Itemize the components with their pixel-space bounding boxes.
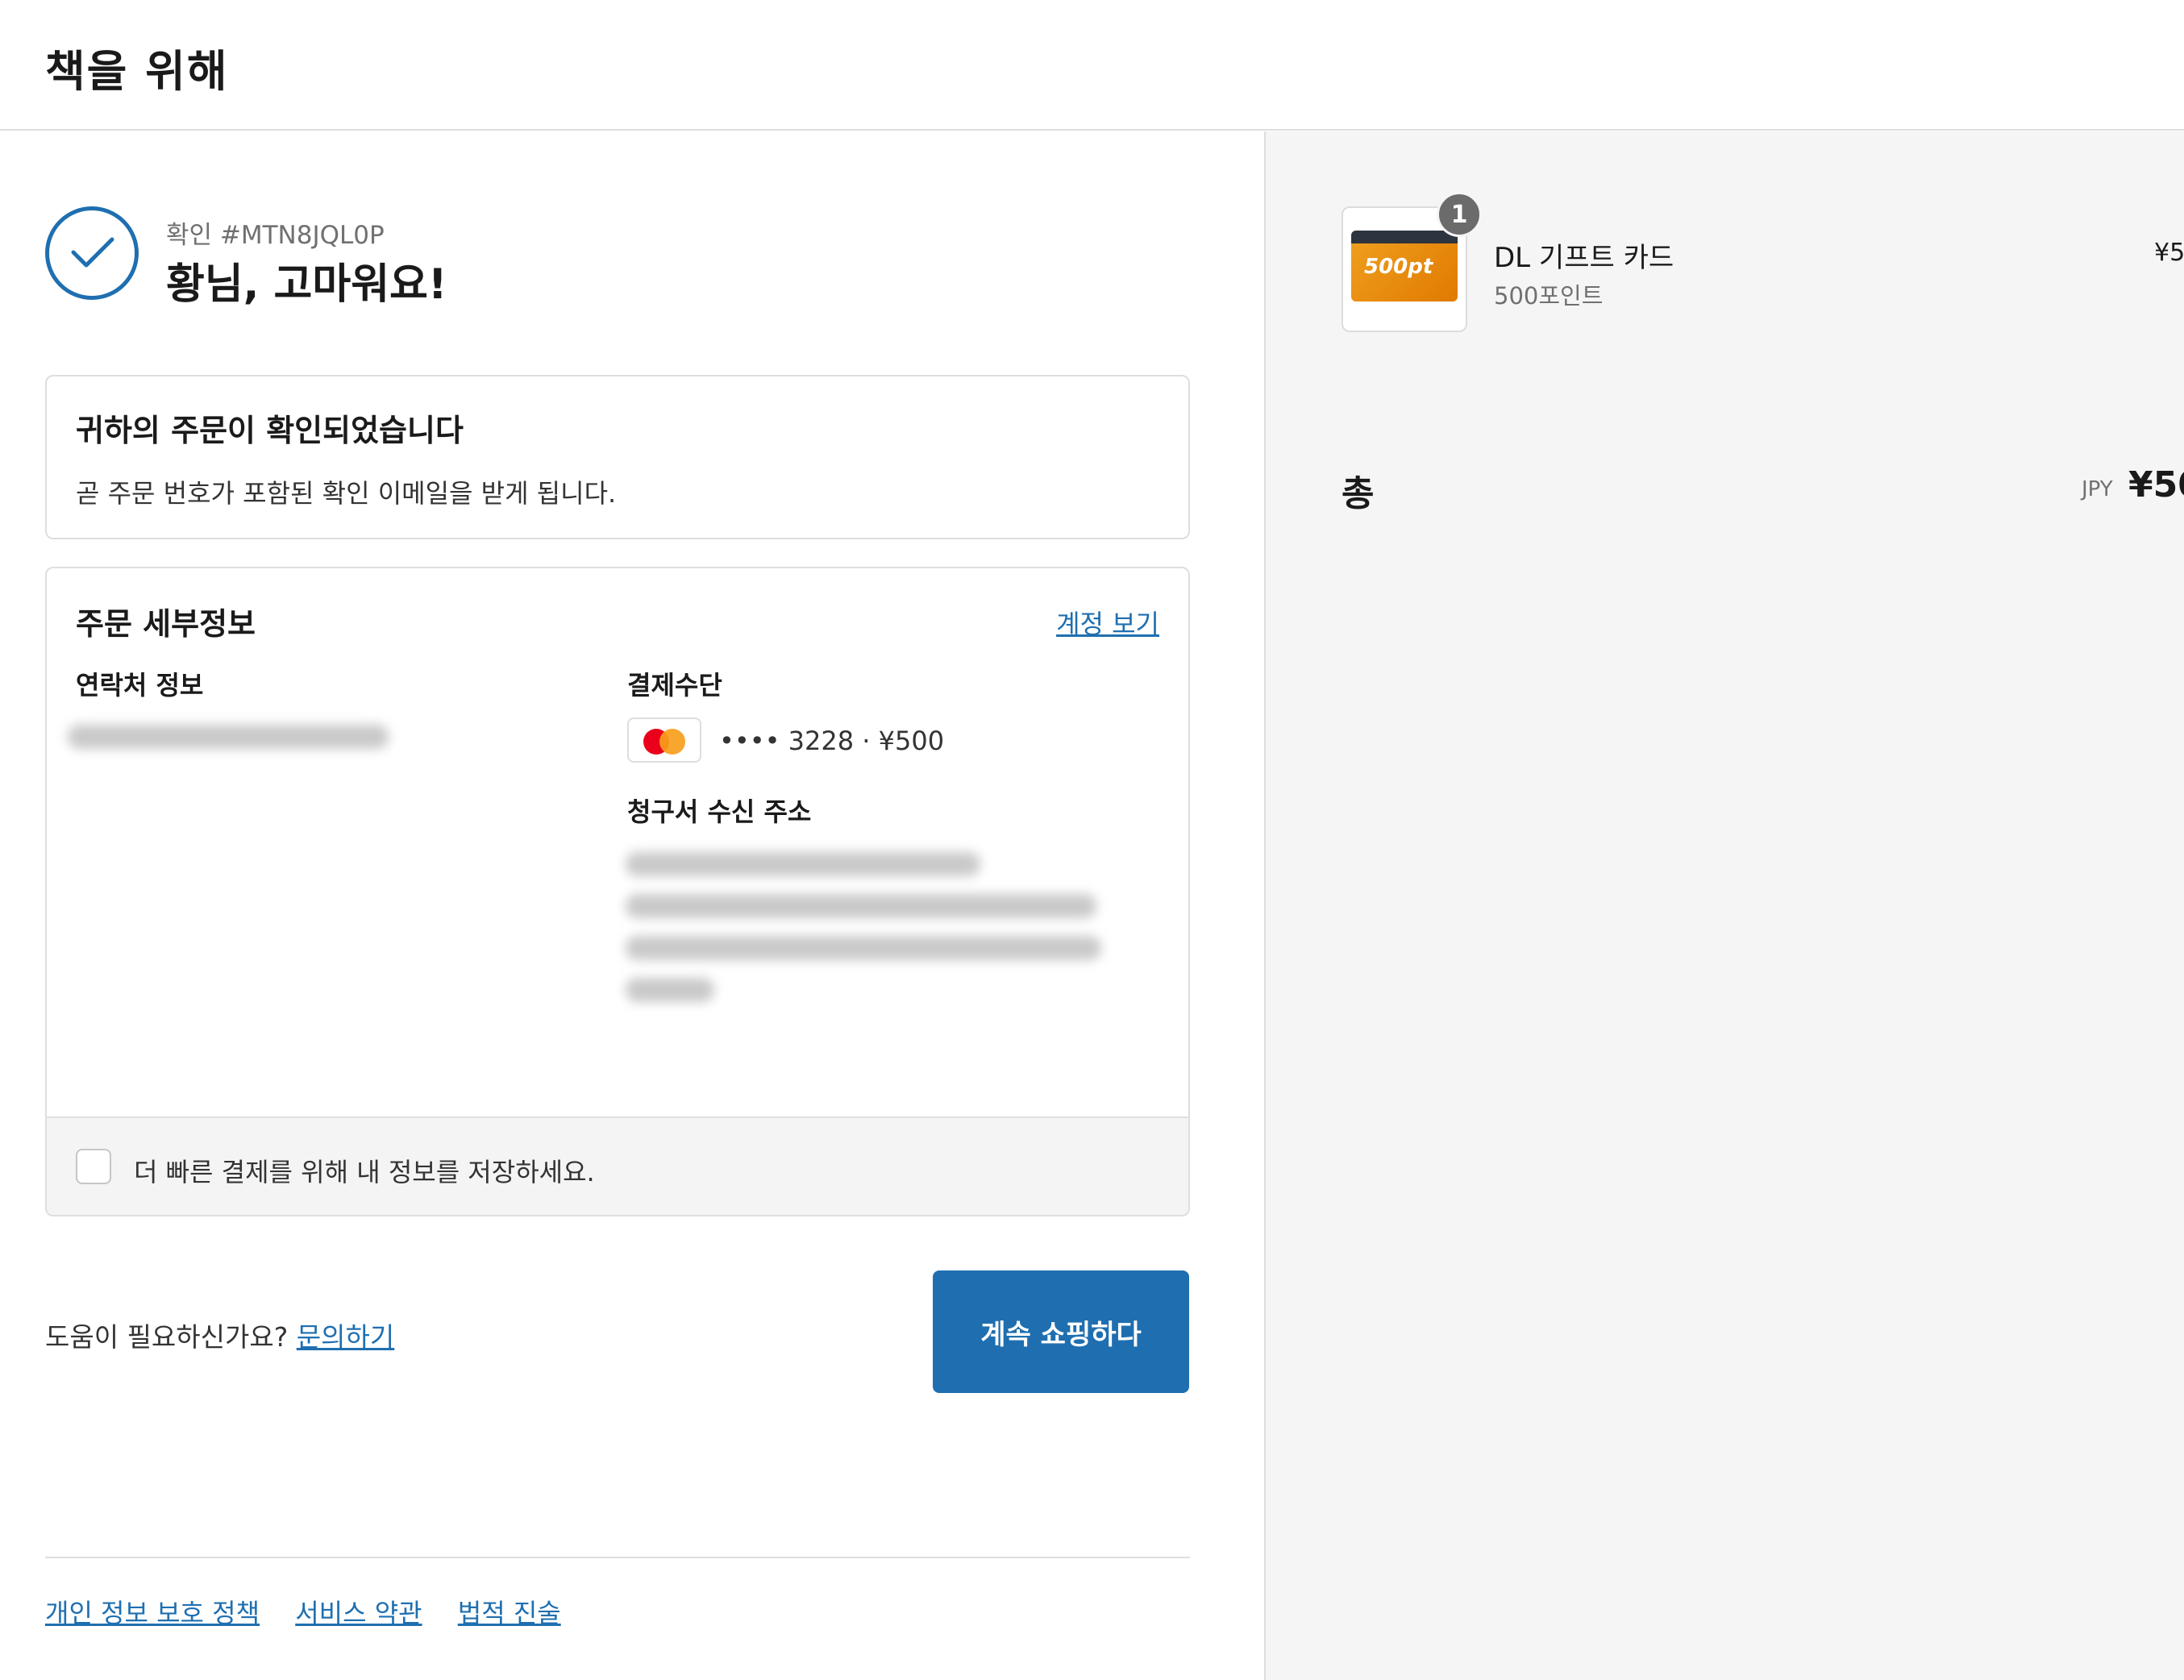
billing-address-redacted	[626, 852, 980, 876]
help-text: 도움이 필요하신가요? 문의하기	[45, 1316, 394, 1354]
billing-address-label: 청구서 수신 주소	[627, 796, 812, 827]
product-name: DL 기프트 카드	[1494, 242, 1674, 274]
store-brand[interactable]: 책을 위해	[45, 35, 229, 99]
save-info-label: 더 빠른 결제를 위해 내 정보를 저장하세요.	[134, 1157, 595, 1187]
billing-address-redacted	[626, 978, 714, 1002]
order-details-card: 주문 세부정보 계정 보기 연락처 정보 결제수단 •••• 3228 · ¥5…	[45, 567, 1190, 1216]
footer-divider	[45, 1557, 1190, 1558]
order-confirmed-title: 귀하의 주문이 확인되었습니다	[76, 413, 464, 448]
card-summary: •••• 3228 · ¥500	[719, 726, 945, 756]
order-confirmed-text: 곧 주문 번호가 포함된 확인 이메일을 받게 됩니다.	[76, 478, 617, 509]
continue-shopping-button[interactable]: 계속 쇼핑하다	[933, 1270, 1189, 1393]
order-confirmed-card: 귀하의 주문이 확인되었습니다 곧 주문 번호가 포함된 확인 이메일을 받게 …	[45, 375, 1190, 539]
confirmation-number: 확인 #MTN8JQL0P	[166, 221, 385, 250]
gift-card-image-text: 500pt	[1364, 255, 1433, 279]
gift-card-image: 500pt	[1351, 231, 1458, 301]
thank-you-title: 황님, 고마워요!	[166, 260, 447, 309]
billing-address-redacted	[626, 936, 1101, 960]
terms-of-service-link[interactable]: 서비스 약관	[295, 1598, 422, 1628]
product-price: ¥500	[2154, 239, 2184, 267]
page-header: 책을 위해	[0, 0, 2184, 131]
footer-links: 개인 정보 보호 정책 서비스 약관 법적 진술	[45, 1593, 589, 1630]
contact-us-link[interactable]: 문의하기	[297, 1321, 394, 1353]
total-value: ¥500	[2128, 464, 2184, 505]
view-account-link[interactable]: 계정 보기	[1056, 604, 1159, 641]
check-circle-icon	[45, 206, 139, 300]
order-details-title: 주문 세부정보	[76, 606, 256, 642]
total-label: 총	[1342, 473, 1375, 514]
privacy-policy-link[interactable]: 개인 정보 보호 정책	[45, 1598, 260, 1628]
payment-method-label: 결제수단	[627, 670, 722, 701]
billing-address-redacted	[626, 894, 1096, 918]
legal-notice-link[interactable]: 법적 진술	[458, 1598, 561, 1628]
order-summary-panel	[1264, 131, 2184, 1680]
save-info-checkbox[interactable]	[76, 1149, 111, 1184]
mastercard-icon	[627, 717, 701, 763]
total-currency: JPY	[2082, 477, 2113, 501]
quantity-badge: 1	[1437, 192, 1482, 237]
contact-email-redacted	[68, 725, 389, 749]
product-variant: 500포인트	[1494, 282, 1604, 310]
contact-info-label: 연락처 정보	[76, 670, 204, 701]
help-question: 도움이 필요하신가요?	[45, 1321, 289, 1353]
save-info-strip: 더 빠른 결제를 위해 내 정보를 저장하세요.	[47, 1117, 1188, 1215]
